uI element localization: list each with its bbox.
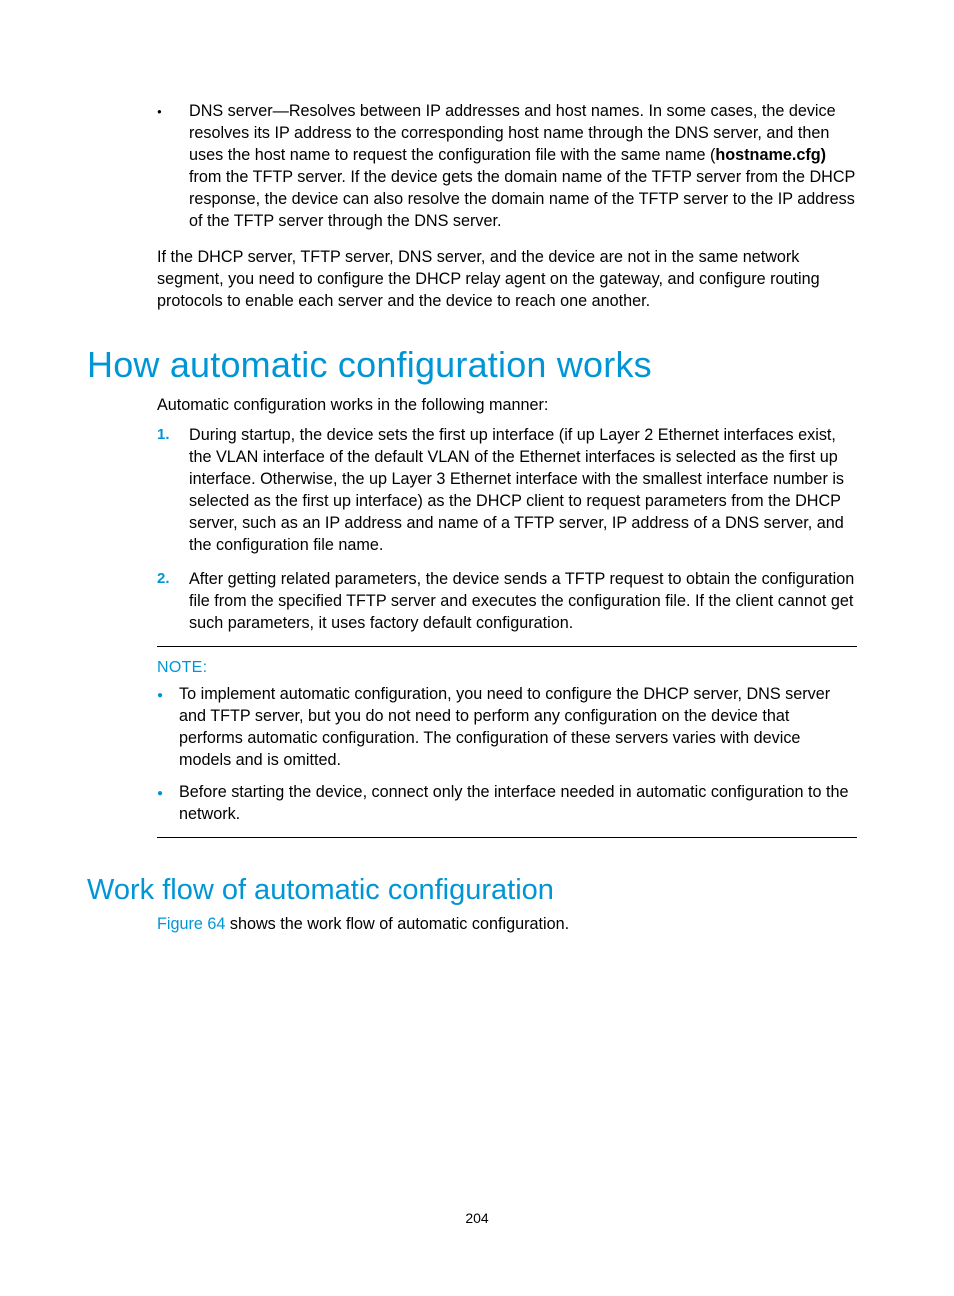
paragraph-segment-note: If the DHCP server, TFTP server, DNS ser… — [157, 246, 857, 312]
note-1-text: To implement automatic configuration, yo… — [179, 683, 857, 771]
heading-work-flow: Work flow of automatic configuration — [87, 874, 857, 907]
step-1-text: During startup, the device sets the firs… — [189, 426, 844, 554]
bullet-text-2: from the TFTP server. If the device gets… — [189, 168, 855, 230]
step-number-1: 1. — [157, 424, 170, 446]
bullet-lead: DNS server — [189, 102, 273, 120]
note-label: NOTE: — [157, 659, 857, 677]
step-1: 1. During startup, the device sets the f… — [157, 424, 857, 556]
step-number-2: 2. — [157, 568, 170, 590]
note-block: NOTE: ● To implement automatic configura… — [157, 646, 857, 838]
step-2-text: After getting related parameters, the de… — [189, 570, 854, 632]
figure-reference-line: Figure 64 shows the work flow of automat… — [157, 913, 857, 935]
bullet-dot-icon: ● — [157, 100, 189, 232]
document-page: ● DNS server—Resolves between IP address… — [0, 0, 954, 1296]
page-number: 204 — [0, 1210, 954, 1226]
note-item-2: ● Before starting the device, connect on… — [157, 781, 857, 825]
bullet-dns-body: DNS server—Resolves between IP addresses… — [189, 100, 857, 232]
step-2: 2. After getting related parameters, the… — [157, 568, 857, 634]
bullet-bold: hostname.cfg) — [715, 146, 826, 164]
bullet-dot-icon: ● — [157, 683, 179, 771]
figure-link[interactable]: Figure 64 — [157, 915, 225, 933]
note-2-text: Before starting the device, connect only… — [179, 781, 857, 825]
paragraph-intro: Automatic configuration works in the fol… — [157, 394, 857, 416]
figure-tail: shows the work flow of automatic configu… — [225, 915, 569, 933]
bullet-dash: — — [273, 102, 289, 120]
heading-how-works: How automatic configuration works — [87, 344, 857, 386]
note-item-1: ● To implement automatic configuration, … — [157, 683, 857, 771]
bullet-dot-icon: ● — [157, 781, 179, 825]
ordered-steps: 1. During startup, the device sets the f… — [157, 424, 857, 634]
bullet-dns-server: ● DNS server—Resolves between IP address… — [97, 100, 857, 232]
